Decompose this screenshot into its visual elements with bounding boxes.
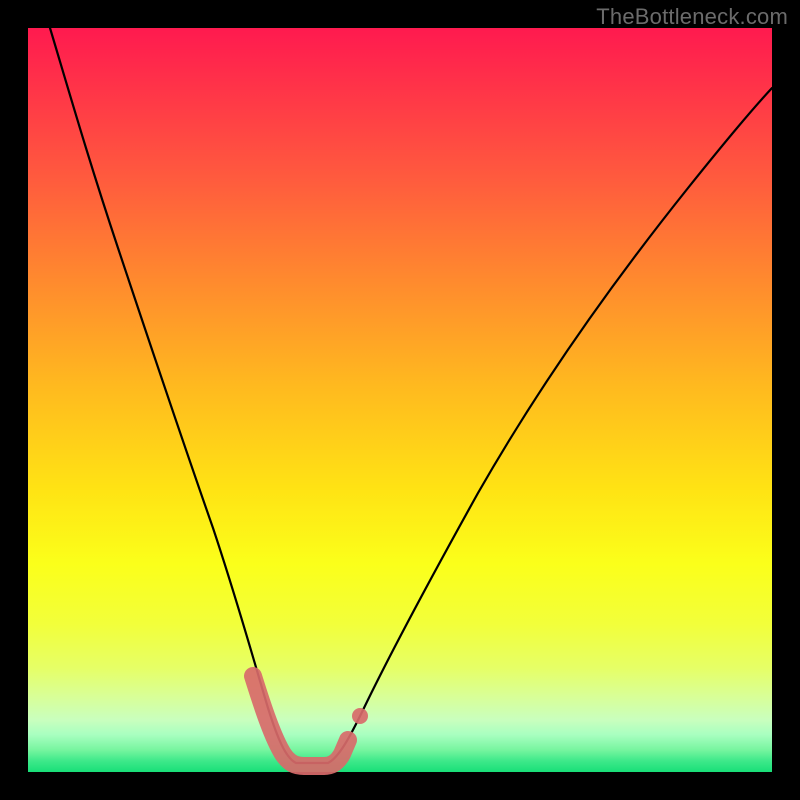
- plot-area: [28, 28, 772, 772]
- curve-layer: [28, 28, 772, 772]
- bottleneck-curve: [50, 28, 772, 763]
- valley-highlight: [253, 676, 348, 766]
- chart-frame: TheBottleneck.com: [0, 0, 800, 800]
- watermark-text: TheBottleneck.com: [596, 4, 788, 30]
- valley-marker-dot: [352, 708, 368, 724]
